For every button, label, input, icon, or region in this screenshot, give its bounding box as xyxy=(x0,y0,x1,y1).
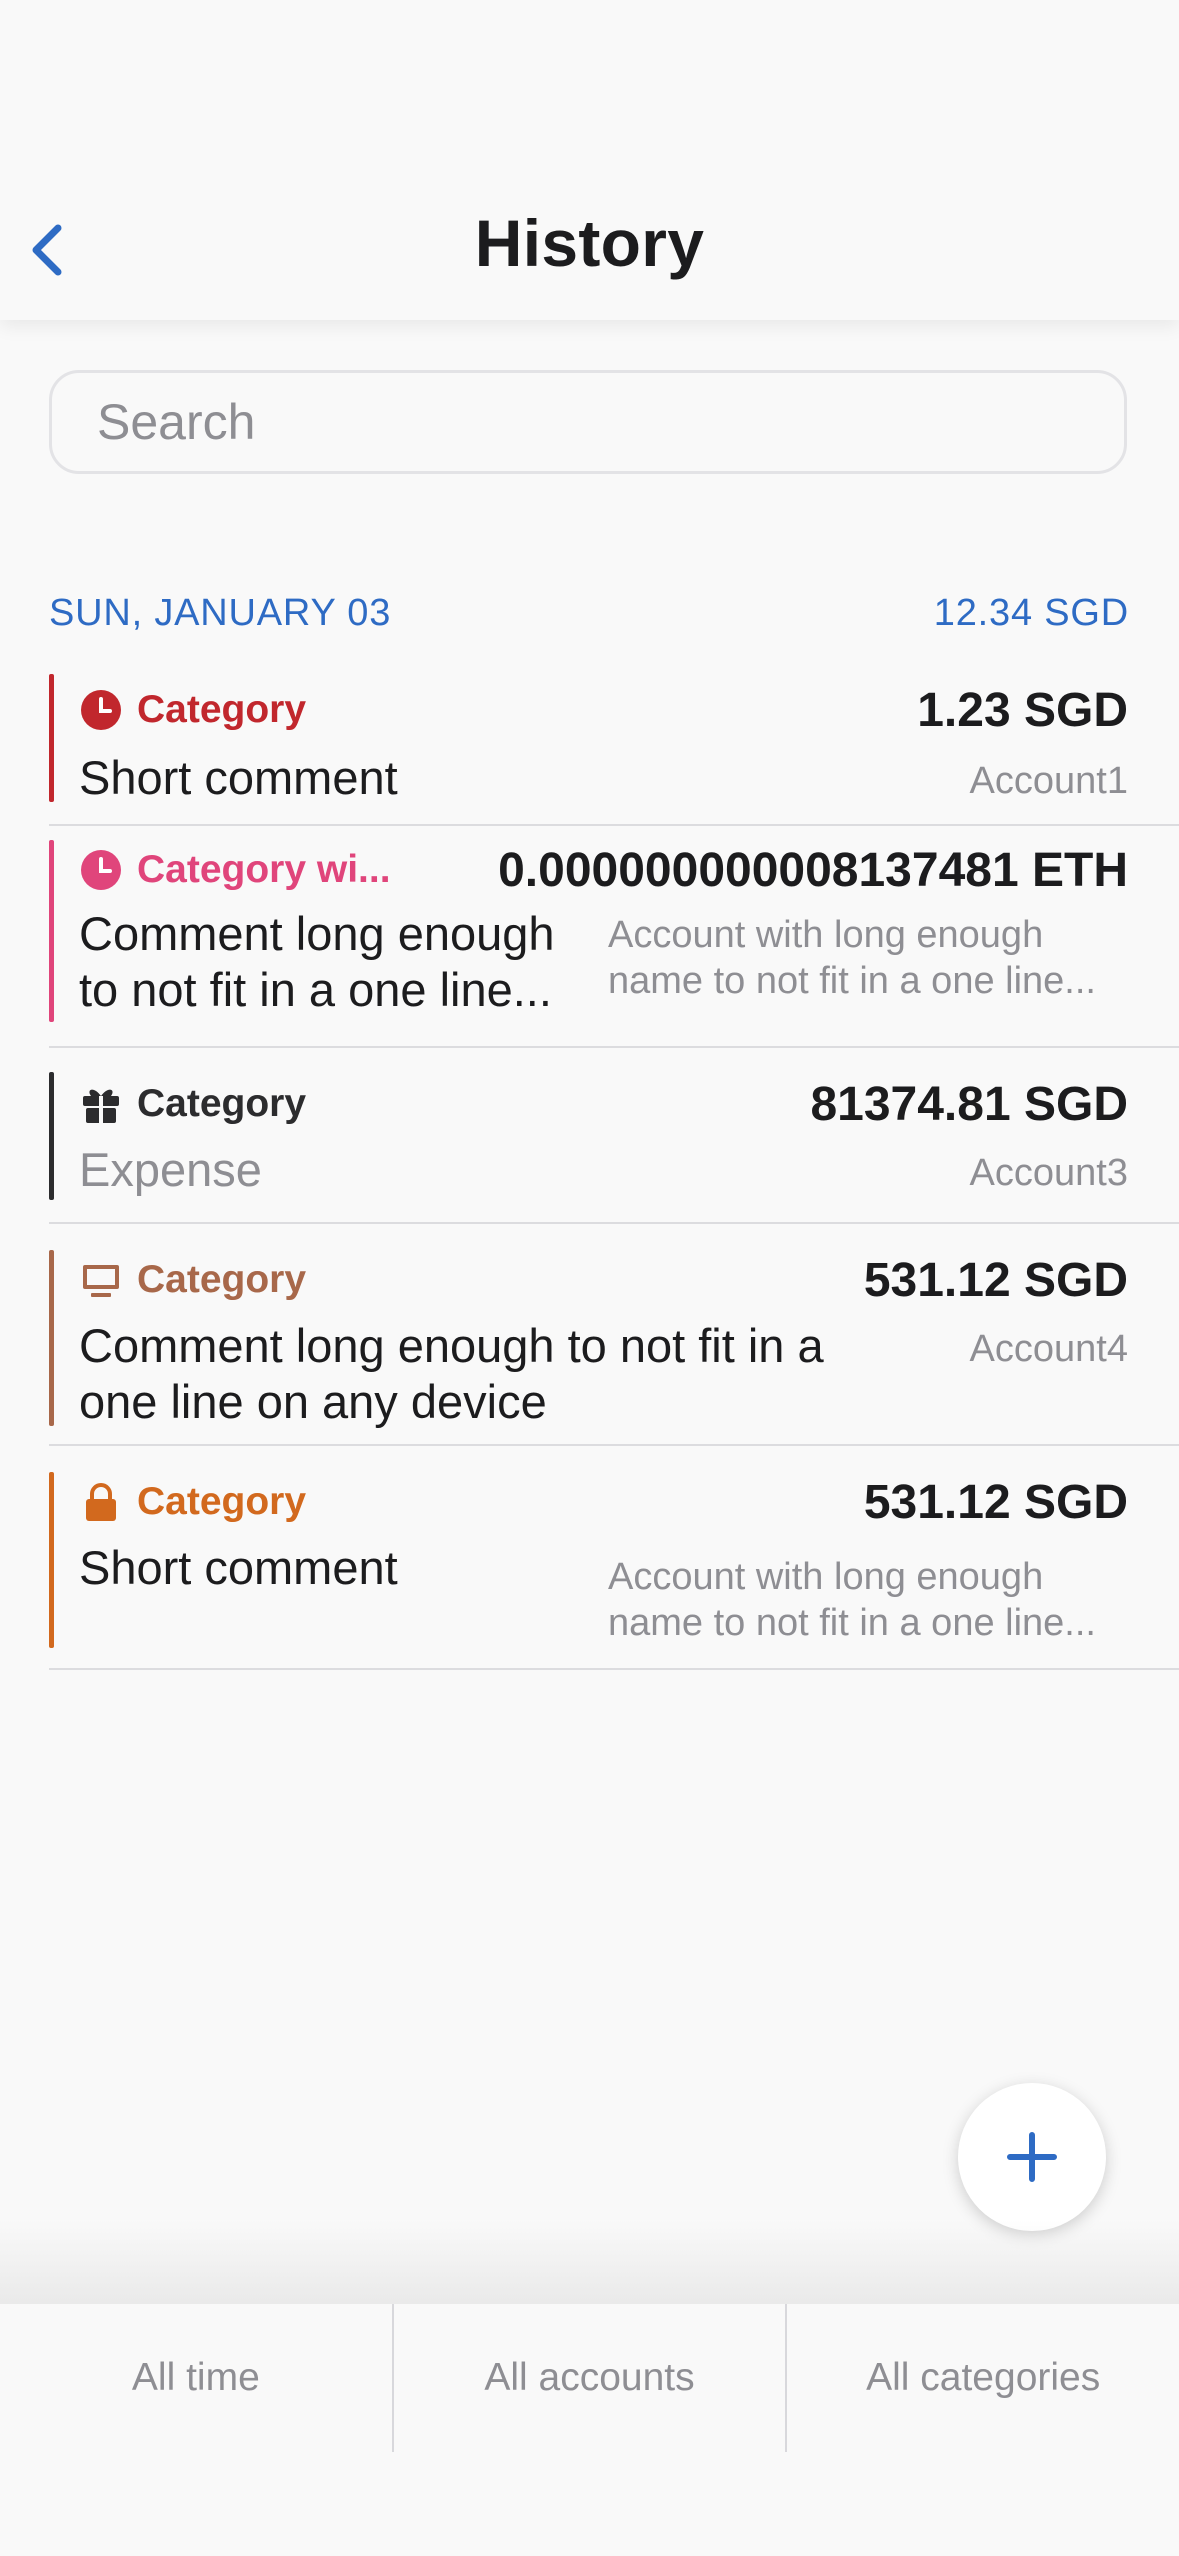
gift-icon xyxy=(79,1082,123,1126)
transaction-comment: Short comment xyxy=(79,751,398,804)
transaction-amount: 81374.81 SGD xyxy=(810,1077,1128,1131)
transaction-row[interactable]: Category 531.12 SGD Comment long enough … xyxy=(49,1224,1179,1446)
clock-icon xyxy=(79,848,123,892)
add-transaction-button[interactable] xyxy=(958,2083,1106,2231)
filter-accounts-button[interactable]: All accounts xyxy=(391,2304,786,2452)
category-color-bar xyxy=(49,674,54,802)
page-title: History xyxy=(474,206,705,280)
category-name: Category xyxy=(137,1082,307,1125)
filter-bar: All time All accounts All categories xyxy=(0,2304,1179,2556)
transaction-list: Category 1.23 SGD Short comment Account1… xyxy=(49,670,1179,1670)
category-name: Category xyxy=(137,688,307,731)
transaction-amount: 1.23 SGD xyxy=(917,683,1128,737)
transaction-amount: 531.12 SGD xyxy=(863,1475,1128,1529)
category-label: Category xyxy=(79,1480,306,1524)
transaction-row[interactable]: Category 1.23 SGD Short comment Account1 xyxy=(49,670,1179,826)
transaction-comment: Comment long enough to not fit in a one … xyxy=(79,1319,824,1428)
lock-icon xyxy=(79,1480,123,1524)
filter-categories-button[interactable]: All categories xyxy=(785,2304,1179,2452)
plus-icon xyxy=(1007,2132,1057,2182)
category-color-bar xyxy=(49,840,54,1022)
monitor-icon xyxy=(79,1258,123,1302)
filter-time-button[interactable]: All time xyxy=(0,2304,392,2452)
transaction-amount: 531.12 SGD xyxy=(863,1253,1128,1307)
transaction-comment: Expense xyxy=(79,1143,262,1196)
transaction-amount: 0.000000000008137481 ETH xyxy=(498,843,1128,897)
transaction-comment: Short comment xyxy=(79,1541,398,1594)
transaction-account: Account with long enough name to not fit… xyxy=(608,914,1096,1002)
date-section-header: SUN, JANUARY 03 12.34 SGD xyxy=(49,585,1129,641)
category-color-bar xyxy=(49,1472,54,1648)
transaction-row[interactable]: Category wi... 0.000000000008137481 ETH … xyxy=(49,826,1179,1048)
transaction-comment: Comment long enough to not fit in a one … xyxy=(79,907,555,1016)
transaction-row[interactable]: Category 531.12 SGD Short comment Accoun… xyxy=(49,1446,1179,1670)
section-date: SUN, JANUARY 03 xyxy=(49,591,392,634)
category-label: Category xyxy=(79,688,306,732)
clock-icon xyxy=(79,688,123,732)
category-label: Category wi... xyxy=(79,848,391,892)
section-total: 12.34 SGD xyxy=(933,591,1129,634)
transaction-account: Account with long enough name to not fit… xyxy=(608,1556,1096,1644)
bottom-fade xyxy=(0,2220,1179,2304)
search-input[interactable] xyxy=(49,370,1127,474)
navigation-bar: History xyxy=(0,0,1179,320)
transaction-account: Account3 xyxy=(969,1152,1128,1194)
category-name: Category xyxy=(137,1480,307,1523)
transaction-account: Account1 xyxy=(969,760,1128,802)
transaction-row[interactable]: Category 81374.81 SGD Expense Account3 xyxy=(49,1048,1179,1224)
category-name: Category wi... xyxy=(137,848,391,891)
category-name: Category xyxy=(137,1258,307,1301)
category-label: Category xyxy=(79,1082,306,1126)
category-color-bar xyxy=(49,1250,54,1426)
transaction-account: Account4 xyxy=(969,1328,1128,1370)
category-color-bar xyxy=(49,1072,54,1200)
category-label: Category xyxy=(79,1258,306,1302)
